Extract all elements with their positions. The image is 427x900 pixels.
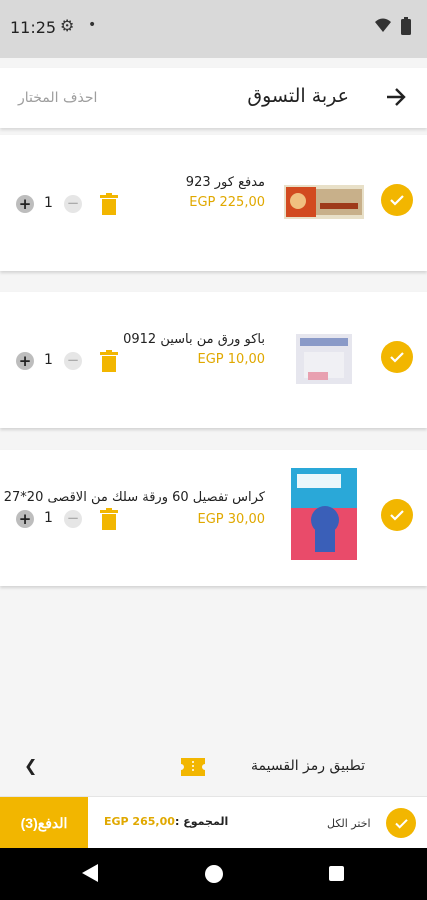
total-value: EGP 265,00 <box>104 815 175 828</box>
decrease-quantity-button[interactable]: − <box>64 352 82 370</box>
item-checkbox[interactable] <box>381 499 413 531</box>
app-bar: احذف المختار عربة التسوق <box>0 68 427 128</box>
apply-coupon-row[interactable]: ❮ تطبيق رمز القسيمة <box>0 752 427 782</box>
decrease-quantity-button[interactable]: − <box>64 510 82 528</box>
nav-recents-icon[interactable] <box>329 866 344 881</box>
check-icon <box>390 510 404 521</box>
increase-quantity-button[interactable]: + <box>16 510 34 528</box>
quantity-value: 1 <box>44 195 53 211</box>
product-image[interactable] <box>280 153 367 249</box>
status-bar: 11:25 ⚙ • <box>0 0 427 58</box>
product-image-box <box>290 468 357 560</box>
product-image-box <box>283 185 364 219</box>
coupon-label: تطبيق رمز القسيمة <box>251 758 365 774</box>
item-title: باكو ورق من باسين 0912 <box>123 332 265 347</box>
item-price: EGP 30,00 <box>197 512 265 527</box>
system-nav-bar <box>0 848 427 900</box>
page-title: عربة التسوق <box>247 85 349 107</box>
check-icon <box>390 195 404 206</box>
item-price: EGP 10,00 <box>197 352 265 367</box>
item-title: كراس تفصيل 60 ورقة سلك من الاقصى 20*27 <box>3 490 265 505</box>
quantity-value: 1 <box>44 510 53 526</box>
trash-icon[interactable] <box>99 193 119 215</box>
check-icon <box>390 352 404 363</box>
gear-icon: ⚙ <box>60 16 75 35</box>
decrease-quantity-button[interactable]: − <box>64 195 82 213</box>
total-label: المجموع : <box>175 815 229 828</box>
item-title: مدفع كور 923 <box>185 175 265 190</box>
trash-icon[interactable] <box>99 508 119 530</box>
wifi-battery-icon <box>375 17 411 35</box>
dot-icon: • <box>88 17 97 33</box>
pay-button[interactable]: الدفع(3) <box>0 797 88 849</box>
nav-home-icon[interactable] <box>205 865 223 883</box>
increase-quantity-button[interactable]: + <box>16 195 34 213</box>
item-checkbox[interactable] <box>381 341 413 373</box>
product-image[interactable] <box>280 310 367 406</box>
product-image-box <box>295 334 352 384</box>
arrow-right-icon[interactable] <box>381 82 411 112</box>
select-all-checkbox[interactable] <box>386 808 416 838</box>
cart-item: مدفع كور 923 EGP 225,00 − 1 + <box>0 135 427 271</box>
cart-item: باكو ورق من باسين 0912 EGP 10,00 − 1 + <box>0 292 427 428</box>
status-time: 11:25 <box>10 18 57 37</box>
check-icon <box>394 818 408 829</box>
item-price: EGP 225,00 <box>189 195 265 210</box>
product-image[interactable] <box>280 466 367 562</box>
chevron-left-icon: ❮ <box>24 756 38 775</box>
checkout-bar: الدفع(3) EGP 265,00 المجموع : اختر الكل <box>0 796 427 849</box>
quantity-value: 1 <box>44 352 53 368</box>
delete-selected-button[interactable]: احذف المختار <box>18 90 97 106</box>
select-all-label: اختر الكل <box>327 817 371 830</box>
increase-quantity-button[interactable]: + <box>16 352 34 370</box>
trash-icon[interactable] <box>99 350 119 372</box>
cart-item: كراس تفصيل 60 ورقة سلك من الاقصى 20*27 E… <box>0 450 427 586</box>
ticket-icon <box>181 758 205 776</box>
item-checkbox[interactable] <box>381 184 413 216</box>
nav-back-icon[interactable] <box>82 864 98 882</box>
